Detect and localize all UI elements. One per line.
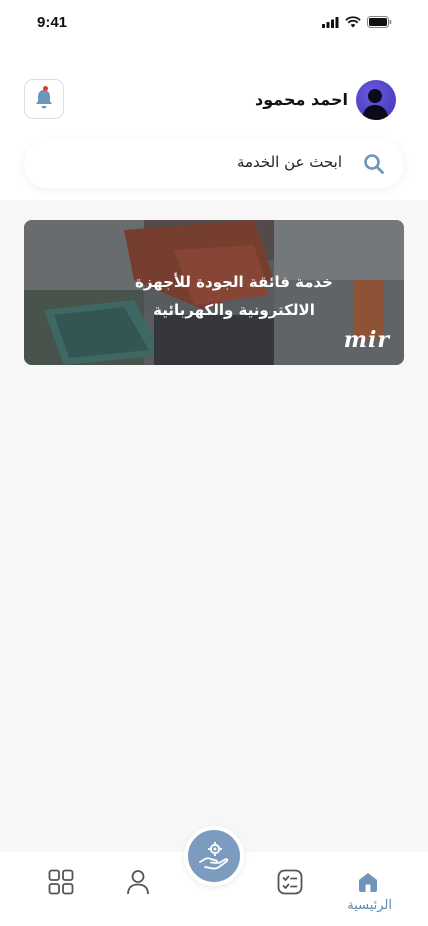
nav-home-label[interactable]: الرئيسية <box>347 898 392 913</box>
profile-icon <box>127 870 149 895</box>
header: احمد محمود <box>0 76 428 124</box>
user-silhouette-icon <box>362 89 389 120</box>
search-input[interactable]: ابحث عن الخدمة <box>237 153 342 171</box>
signal-icon <box>322 16 339 28</box>
banner-title-line1: خدمة فائقة الجودة للأجهزة <box>135 273 333 291</box>
hand-gear-icon <box>199 842 229 870</box>
wifi-icon <box>345 16 361 28</box>
banner-title-line2: الالكترونية والكهربائية <box>153 301 315 319</box>
battery-icon <box>367 16 392 28</box>
home-icon <box>359 873 377 892</box>
status-bar: 9:41 <box>0 0 428 46</box>
banner-title: خدمة فائقة الجودة للأجهزة الالكترونية وا… <box>24 268 404 324</box>
notification-button[interactable] <box>24 79 64 119</box>
nav-profile[interactable] <box>124 868 152 896</box>
status-icons <box>322 16 392 28</box>
bell-icon <box>36 90 52 109</box>
promo-banner[interactable]: خدمة فائقة الجودة للأجهزة الالكترونية وا… <box>24 220 404 365</box>
service-request-button[interactable] <box>184 826 244 886</box>
tasks-icon <box>277 869 303 895</box>
nav-services[interactable] <box>47 868 75 896</box>
search-bar[interactable]: ابحث عن الخدمة <box>24 140 404 188</box>
user-name: احمد محمود <box>255 90 348 109</box>
avatar[interactable] <box>356 80 396 120</box>
grid-icon <box>48 869 74 895</box>
nav-home[interactable] <box>354 868 382 896</box>
notification-dot <box>43 86 48 91</box>
nav-tasks[interactable] <box>276 868 304 896</box>
status-time: 9:41 <box>37 14 68 31</box>
banner-logo: mir <box>343 327 390 353</box>
search-icon <box>364 154 384 174</box>
